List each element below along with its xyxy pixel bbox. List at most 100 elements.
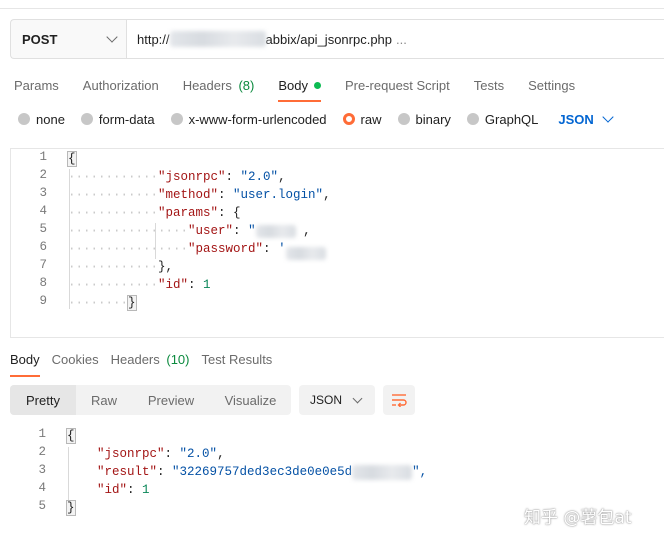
line-number: 4 xyxy=(38,481,46,495)
tab-params[interactable]: Params xyxy=(14,74,59,96)
line-number: 5 xyxy=(39,222,47,236)
view-preview-button[interactable]: Preview xyxy=(132,385,210,415)
language-label: JSON xyxy=(558,111,594,127)
url-path: abbix/api_jsonrpc.php xyxy=(265,31,393,47)
tab-body[interactable]: Body xyxy=(278,74,321,102)
tab-label: Pre-request Script xyxy=(344,77,450,93)
whitespace-dots: ················ xyxy=(68,224,189,238)
code-line: "jsonrpc": "2.0", xyxy=(67,445,225,463)
method-select[interactable]: POST xyxy=(11,20,127,58)
line-number: 1 xyxy=(39,150,47,164)
code-token: : xyxy=(263,242,279,256)
code-line: ················ "password": ' xyxy=(68,240,326,260)
radio-form-data[interactable]: form-data xyxy=(80,111,155,127)
url-ellipsis: ... xyxy=(396,31,407,47)
radio-circle xyxy=(397,113,410,125)
code-token: , xyxy=(295,224,311,238)
line-number: 7 xyxy=(39,258,47,272)
tab-label: Authorization xyxy=(82,77,159,93)
radio-circle-selected xyxy=(342,113,355,125)
url-input[interactable]: http:// abbix/api_jsonrpc.php ... xyxy=(127,20,664,58)
tab-settings[interactable]: Settings xyxy=(528,74,575,96)
tab-label: Test Results xyxy=(201,352,273,367)
line-number: 3 xyxy=(39,186,47,200)
tab-label: Settings xyxy=(528,77,576,93)
tab-authorization[interactable]: Authorization xyxy=(83,74,159,96)
json-key: "params" xyxy=(158,206,219,220)
radio-label: raw xyxy=(360,111,382,127)
tab-test-results[interactable]: Test Results xyxy=(202,352,273,370)
watermark: 知乎 @薯包at xyxy=(524,508,632,528)
method-label: POST xyxy=(22,31,58,47)
code-token: : xyxy=(188,278,204,292)
radio-label: binary xyxy=(415,111,451,127)
code-line: ················ "user": " , xyxy=(68,222,311,240)
code-token: } xyxy=(127,295,137,311)
code-token: }, xyxy=(158,260,174,274)
code-line: "id": 1 xyxy=(67,481,150,499)
tab-label: Tests xyxy=(473,77,505,93)
view-pretty-button[interactable]: Pretty xyxy=(10,385,76,415)
code-token: , xyxy=(323,188,331,202)
line-number: 9 xyxy=(39,294,47,308)
tab-response-headers[interactable]: Headers (10) xyxy=(111,352,190,370)
headers-count: (10) xyxy=(166,352,190,367)
tab-response-body[interactable]: Body xyxy=(10,352,40,377)
code-token: , xyxy=(278,170,286,184)
code-token: : xyxy=(157,465,173,479)
radio-raw[interactable]: raw xyxy=(342,111,382,127)
whitespace-dots: ············ xyxy=(68,206,159,220)
json-key: "method" xyxy=(158,188,219,202)
body-indicator-dot xyxy=(313,81,321,89)
tab-tests[interactable]: Tests xyxy=(474,74,504,96)
view-visualize-button[interactable]: Visualize xyxy=(210,385,291,415)
code-line: { xyxy=(67,150,77,168)
json-number: 1 xyxy=(142,483,150,497)
request-body-editor[interactable]: 1 { 2 ············ "jsonrpc": "2.0", 3 ··… xyxy=(10,148,664,338)
code-line: } xyxy=(66,499,76,517)
json-key: "id" xyxy=(158,278,189,292)
code-line: "result": "32269757ded3ec3de0e0e5d ", xyxy=(67,463,427,481)
code-token: : { xyxy=(218,206,241,220)
line-number: 3 xyxy=(38,463,46,477)
radio-label: none xyxy=(36,111,65,127)
code-token: : xyxy=(127,483,143,497)
radio-label: form-data xyxy=(98,111,155,127)
radio-x-www-form-urlencoded[interactable]: x-www-form-urlencoded xyxy=(170,112,327,127)
code-line: { xyxy=(66,427,76,445)
code-token: { xyxy=(67,151,77,167)
redacted-username xyxy=(255,224,296,238)
json-string: ", xyxy=(412,465,428,479)
json-string: "user.login" xyxy=(233,188,324,202)
whitespace-dots: ················ xyxy=(68,242,189,256)
whitespace-dots: ············ xyxy=(68,170,159,184)
radio-none[interactable]: none xyxy=(18,112,65,127)
wrap-lines-button[interactable] xyxy=(383,385,415,415)
code-line: ········} xyxy=(68,294,137,312)
tab-cookies[interactable]: Cookies xyxy=(52,352,99,370)
response-format-select[interactable]: JSON xyxy=(299,385,375,415)
json-key: "jsonrpc" xyxy=(158,170,226,184)
view-raw-button[interactable]: Raw xyxy=(76,385,132,415)
chevron-down-icon xyxy=(106,31,118,43)
response-tabs: Body Cookies Headers (10) Test Results xyxy=(10,352,284,377)
radio-graphql[interactable]: GraphQL xyxy=(466,112,538,127)
tab-label: Params xyxy=(14,77,59,93)
line-number: 6 xyxy=(39,240,47,254)
code-line: ············ "params": { xyxy=(68,204,241,222)
radio-binary[interactable]: binary xyxy=(397,111,451,127)
code-token: : xyxy=(225,170,241,184)
json-string: ' xyxy=(278,242,286,256)
body-language-select[interactable]: JSON xyxy=(558,111,614,127)
radio-circle xyxy=(466,113,479,125)
headers-count: (8) xyxy=(238,77,255,93)
whitespace-dots: ············ xyxy=(68,260,159,274)
whitespace-dots: ········ xyxy=(68,296,129,310)
radio-circle xyxy=(80,113,93,125)
line-number: 5 xyxy=(38,499,46,513)
tab-pre-request-script[interactable]: Pre-request Script xyxy=(345,74,450,96)
view-mode-switch: Pretty Raw Preview Visualize xyxy=(10,385,291,415)
tab-headers[interactable]: Headers (8) xyxy=(183,74,255,96)
json-key: "user" xyxy=(188,224,234,238)
